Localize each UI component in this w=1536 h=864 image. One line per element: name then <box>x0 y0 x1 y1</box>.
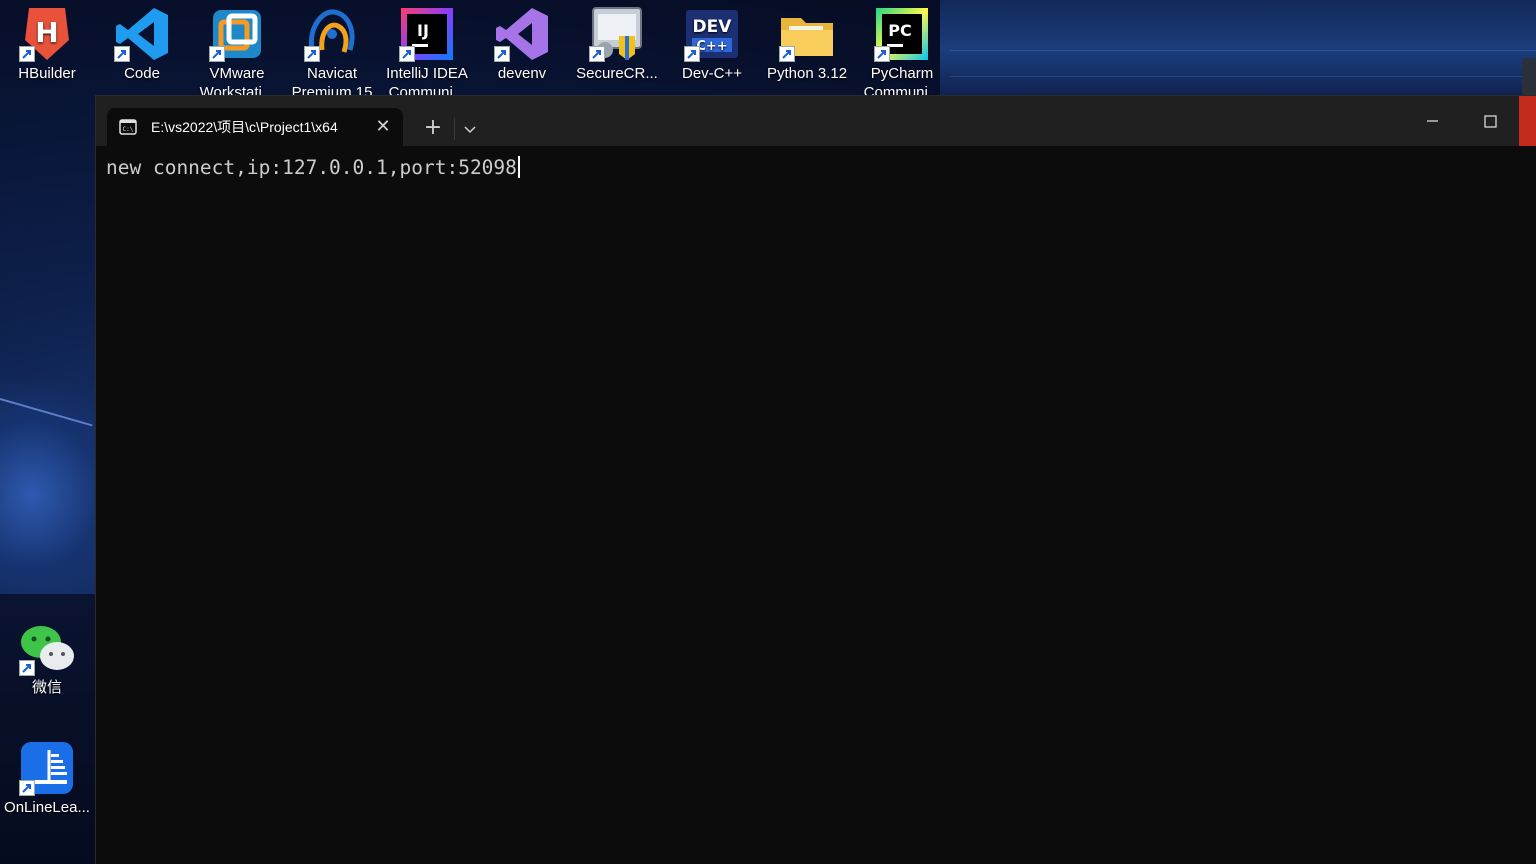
edge-panel-handle[interactable] <box>1522 58 1536 96</box>
minimize-icon <box>1427 120 1438 122</box>
shortcut-arrow-icon <box>589 46 605 62</box>
terminal-window: C:\ E:\vs2022\项目\c\Project1\x64 ✕ + new … <box>96 96 1536 864</box>
shortcut-arrow-icon <box>19 46 35 62</box>
desktop-icon-label: VMware <box>209 65 265 82</box>
desktop-icon-wechat[interactable]: 微信 <box>1 614 93 697</box>
desktop-icon-label: SecureCR... <box>576 65 658 82</box>
shortcut-arrow-icon <box>874 46 890 62</box>
desktop-icon-securecrt[interactable]: SecureCR... <box>571 0 663 83</box>
desktop-icon-label: Code <box>124 65 160 82</box>
title-bar[interactable]: C:\ E:\vs2022\项目\c\Project1\x64 ✕ + <box>96 96 1536 146</box>
terminal-output[interactable]: new connect,ip:127.0.0.1,port:52098 <box>106 154 1526 854</box>
visual-studio-icon <box>494 6 550 62</box>
svg-text:IJ: IJ <box>417 21 429 40</box>
shortcut-arrow-icon <box>779 46 795 62</box>
folder-icon <box>779 6 835 62</box>
tab-separator <box>454 118 455 140</box>
desktop-icon-label: IntelliJ IDEA <box>386 65 468 82</box>
shortcut-arrow-icon <box>684 46 700 62</box>
svg-text:C++: C++ <box>696 39 727 54</box>
shortcut-arrow-icon <box>114 46 130 62</box>
minimize-button[interactable] <box>1403 96 1461 146</box>
desktop-icon-label: 微信 <box>31 679 62 696</box>
tab-dropdown-button[interactable] <box>458 114 482 144</box>
desktop-icon-label: OnLineLea... <box>4 799 90 816</box>
desktop-icon-onlinelearning[interactable]: OnLineLea... <box>1 734 93 817</box>
shortcut-arrow-icon <box>19 780 35 796</box>
svg-text:C:\: C:\ <box>123 126 134 133</box>
desktop-icon-vmware[interactable]: VMware Workstati... <box>191 0 283 102</box>
chevron-down-icon <box>464 126 476 134</box>
desktop-icon-hbuilder[interactable]: H HBuilder <box>1 0 93 83</box>
desktop-icon-devenv[interactable]: devenv <box>476 0 568 83</box>
tab-title: E:\vs2022\项目\c\Project1\x64 <box>151 119 338 135</box>
svg-text:H: H <box>35 16 58 49</box>
desktop-icon-label: HBuilder <box>18 65 76 82</box>
desktop-icon-intellij[interactable]: IJ IntelliJ IDEA Communi... <box>381 0 473 102</box>
pycharm-icon: PC <box>874 6 930 62</box>
svg-text:PC: PC <box>888 21 911 40</box>
wallpaper-line <box>950 76 1536 77</box>
desktop-icon-pycharm[interactable]: PC PyCharm Communi... <box>856 0 948 102</box>
shortcut-arrow-icon <box>494 46 510 62</box>
shortcut-arrow-icon <box>209 46 225 62</box>
vscode-icon <box>114 6 170 62</box>
new-tab-button[interactable]: + <box>418 114 448 144</box>
wallpaper-line <box>950 50 1536 51</box>
onlinelearning-icon <box>19 740 75 796</box>
desktop-icon-code[interactable]: Code <box>96 0 188 83</box>
maximize-icon <box>1484 115 1497 128</box>
shortcut-arrow-icon <box>19 660 35 676</box>
shortcut-arrow-icon <box>304 46 320 62</box>
desktop-icon-label: Dev-C++ <box>681 65 743 82</box>
shortcut-arrow-icon <box>399 46 415 62</box>
text-cursor <box>517 156 520 178</box>
desktop-icon-devcpp[interactable]: DEV C++ Dev-C++ <box>666 0 758 83</box>
wechat-icon <box>19 620 75 676</box>
hbuilder-icon: H <box>19 6 75 62</box>
output-line: new connect,ip:127.0.0.1,port:52098 <box>106 156 517 179</box>
desktop-icon-label: devenv <box>497 65 547 82</box>
devcpp-icon: DEV C++ <box>684 6 740 62</box>
navicat-icon <box>304 6 360 62</box>
desktop-icon-label: Python 3.12 <box>766 65 848 82</box>
tab-close-button[interactable]: ✕ <box>371 115 395 139</box>
vmware-icon <box>209 6 265 62</box>
desktop-icon-label: PyCharm <box>870 65 934 82</box>
terminal-tab[interactable]: C:\ E:\vs2022\项目\c\Project1\x64 ✕ <box>107 108 403 146</box>
svg-text:DEV: DEV <box>693 17 733 37</box>
maximize-button[interactable] <box>1461 96 1519 146</box>
desktop-icon-label: Navicat <box>306 65 358 82</box>
desktop-icon-python[interactable]: Python 3.12 <box>761 0 853 83</box>
intellij-icon: IJ <box>399 6 455 62</box>
securecrt-icon <box>589 6 645 62</box>
desktop-icon-navicat[interactable]: Navicat Premium 15 <box>286 0 378 102</box>
cmd-icon: C:\ <box>119 118 137 136</box>
close-button[interactable] <box>1519 96 1536 146</box>
